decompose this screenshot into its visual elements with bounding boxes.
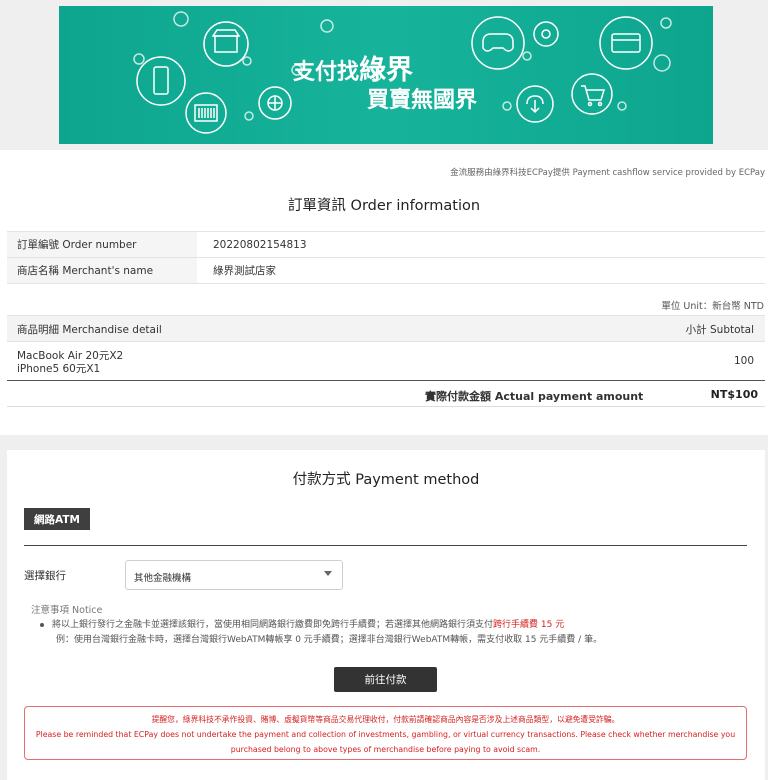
order-info-panel: 金流服務由綠界科技ECPay提供 Payment cashflow servic…	[0, 150, 768, 435]
tab-web-atm[interactable]: 網路ATM	[24, 508, 90, 530]
merchandise-divider	[7, 380, 765, 381]
order-title: 訂單資訊 Order information	[287, 198, 481, 214]
scam-warning-en-1: Please be reminded that ECPay does not u…	[35, 730, 736, 739]
order-info-table: 訂單編號 Order number 20220802154813 商店名稱 Me…	[7, 231, 765, 284]
payment-method-title: 付款方式 Payment method	[292, 472, 480, 488]
interbank-fee-text: 跨行手續費 15 元	[493, 620, 565, 630]
tab-underline	[24, 545, 747, 546]
cloud-download-icon	[516, 85, 554, 123]
order-number-label: 訂單編號 Order number	[7, 232, 197, 257]
bullet-icon	[40, 622, 44, 627]
notice-example: 例：使用台灣銀行金融卡時，選擇台灣銀行WebATM轉帳享 0 元手續費；選擇非台…	[56, 635, 603, 645]
actual-payment-amount: NT$100	[710, 388, 758, 401]
order-number-value: 20220802154813	[213, 238, 307, 251]
banner-area: 支付找綠界 買賣無國界	[0, 0, 768, 150]
scam-warning-zh: 提醒您，綠界科技不承作投資、賭博、虛擬貨幣等商品交易代理收付，付款前請確認商品內…	[151, 715, 620, 724]
order-number-row: 訂單編號 Order number 20220802154813	[7, 232, 765, 258]
payment-method-panel: 付款方式 Payment method 網路ATM 選擇銀行 其他金融機構 注意…	[7, 450, 765, 780]
shield-icon	[533, 21, 559, 47]
merchant-name-label: 商店名稱 Merchant's name	[7, 258, 197, 283]
scam-warning-en-2: purchased belong to above types of merch…	[230, 745, 541, 754]
notice-item-text: 將以上銀行發行之金融卡並選擇該銀行，當使用相同網路銀行繳費即免跨行手續費；若選擇…	[52, 620, 494, 630]
merchant-name-value: 綠界測試店家	[213, 265, 276, 277]
credit-card-icon	[599, 16, 653, 70]
proceed-to-pay-button[interactable]: 前往付款	[334, 667, 437, 692]
scam-warning-box: 提醒您，綠界科技不承作投資、賭博、虛擬貨幣等商品交易代理收付，付款前請確認商品內…	[24, 706, 747, 760]
merchandise-subtotal: 100	[733, 355, 754, 367]
actual-payment-label: 實際付款金額 Actual payment amount	[425, 390, 644, 403]
chevron-down-icon	[324, 571, 332, 576]
notice-item: 將以上銀行發行之金融卡並選擇該銀行，當使用相同網路銀行繳費即免跨行手續費；若選擇…	[40, 617, 564, 630]
currency-unit: 單位 Unit：新台幣 NTD	[661, 301, 764, 312]
banner-subtitle: 買賣無國界	[367, 88, 478, 113]
merchandise-item: iPhone5 60元X1	[17, 363, 101, 375]
merchandise-header: 商品明細 Merchandise detail 小計 Subtotal	[7, 315, 765, 342]
ecpay-banner: 支付找綠界 買賣無國界	[59, 6, 713, 144]
store-icon	[203, 21, 249, 67]
shopping-cart-icon	[571, 73, 613, 115]
globe-icon	[258, 86, 292, 120]
barcode-icon	[185, 92, 227, 134]
notice-title: 注意事項 Notice	[31, 605, 103, 616]
banner-title-prefix: 支付找	[293, 60, 360, 85]
merchant-name-row: 商店名稱 Merchant's name 綠界測試店家	[7, 258, 765, 284]
bank-select-dropdown[interactable]: 其他金融機構	[125, 560, 343, 590]
merchandise-header-label: 商品明細 Merchandise detail	[17, 324, 162, 336]
bank-select-label: 選擇銀行	[24, 570, 66, 582]
payment-divider	[7, 406, 765, 407]
subtotal-header-label: 小計 Subtotal	[685, 324, 754, 336]
mobile-phone-icon	[136, 56, 186, 106]
bank-select-value: 其他金融機構	[134, 573, 192, 584]
gamepad-icon	[471, 16, 525, 70]
cashflow-notice: 金流服務由綠界科技ECPay提供 Payment cashflow servic…	[450, 168, 765, 178]
